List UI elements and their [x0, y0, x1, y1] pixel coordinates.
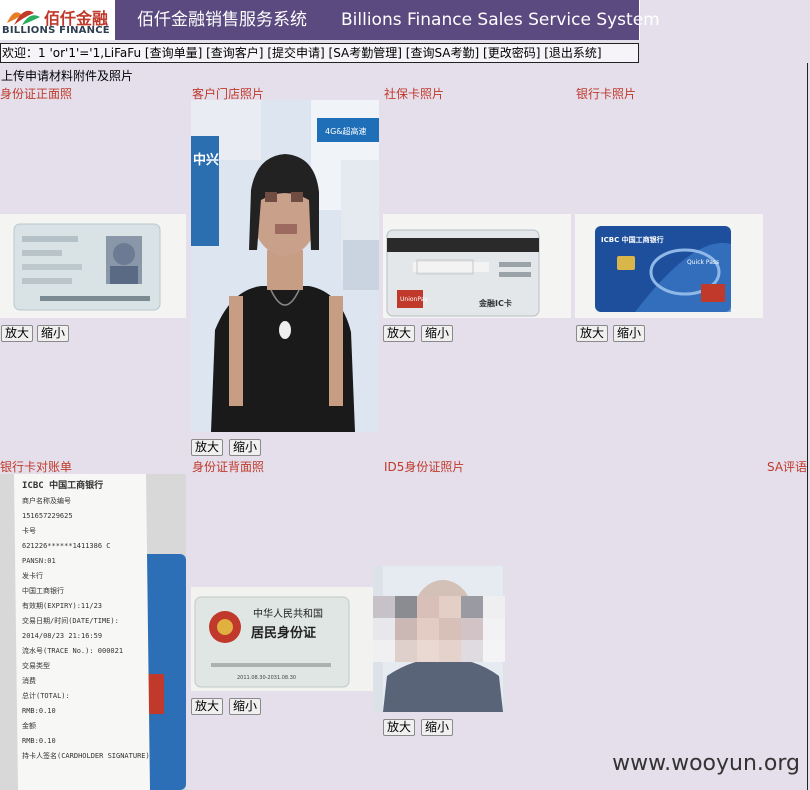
receipt-line: 2014/08/23 21:16:59 [22, 632, 102, 640]
system-title-en: Billions Finance Sales Service System [341, 10, 660, 30]
section-title: 上传申请材料附件及照片 [1, 69, 134, 83]
receipt-line: 持卡人签名(CARDHOLDER SIGNATURE) [22, 751, 150, 760]
zoom-in-button-bank-card[interactable]: 放大 [576, 325, 609, 342]
logo-mark-icon [7, 10, 40, 25]
receipt-line: ICBC 中国工商银行 [22, 479, 103, 491]
zoom-in-button-store[interactable]: 放大 [191, 439, 224, 456]
zoom-in-button-id-back[interactable]: 放大 [191, 698, 224, 715]
label-id5-photo: ID5身份证照片 [384, 460, 465, 474]
photo-id-back[interactable]: 中华人民共和国 居民身份证 2011.08.30-2031.08.30 [191, 587, 377, 691]
zoom-out-button-bank-card[interactable]: 缩小 [613, 325, 646, 342]
receipt-line: 有效期(EXPIRY):11/23 [22, 601, 102, 610]
receipt-line: 金额 [22, 721, 36, 730]
welcome-text: 欢迎：1 'or'1'='1,LiFaFu [2, 46, 142, 60]
receipt-line: RMB:0.10 [22, 737, 56, 745]
system-title-cn: 佰仟金融销售服务系统 [137, 10, 307, 30]
nav-bar: 欢迎：1 'or'1'='1,LiFaFu [查询单量] [查询客户] [提交申… [0, 43, 639, 63]
watermark: www.wooyun.org [612, 751, 800, 776]
photo-id5[interactable] [373, 566, 505, 712]
zoom-in-button-id5[interactable]: 放大 [383, 719, 416, 736]
label-social-card: 社保卡照片 [384, 87, 445, 101]
zoom-out-button-id-front[interactable]: 缩小 [37, 325, 70, 342]
label-id-front: 身份证正面照 [0, 87, 73, 101]
logo-text-en: BILLIONS FINANCE [2, 25, 110, 36]
header: 佰仟金融 BILLIONS FINANCE 佰仟金融销售服务系统 Billion… [0, 0, 660, 40]
receipt-line: 交易类型 [22, 661, 50, 670]
photo-store[interactable]: 4G&超高速 中兴 [191, 100, 379, 432]
zoom-out-button-id-back[interactable]: 缩小 [229, 698, 262, 715]
receipt-line: 621226******1411386 C [22, 542, 111, 550]
nav-link-query-customers[interactable]: [查询客户] [206, 46, 263, 60]
receipt-line: RMB:0.10 [22, 707, 56, 715]
title-bar: 佰仟金融销售服务系统 Billions Finance Sales Servic… [115, 0, 660, 40]
receipt-line: 总计(TOTAL): [22, 691, 70, 700]
nav-link-change-password[interactable]: [更改密码] [483, 46, 540, 60]
zoom-out-button-id5[interactable]: 缩小 [421, 719, 454, 736]
photo-bank-card[interactable]: ICBC 中国工商银行 Quick Pass [575, 214, 763, 318]
photo-bank-statement[interactable]: ICBC 中国工商银行 商户名称及编号 151657229625 卡号 621226**… [0, 474, 186, 790]
id-title-2: 居民身份证 [251, 625, 316, 641]
id-validity: 2011.08.30-2031.08.30 [237, 675, 296, 681]
label-bank-statement: 银行卡对账单 [0, 460, 73, 474]
store-brand-text: 中兴 [193, 152, 219, 168]
social-card-text: 金融IC卡 [478, 298, 512, 308]
photo-id-front[interactable] [0, 214, 186, 318]
photo-social-card[interactable]: UnionPay 金融IC卡 [383, 214, 571, 318]
id-title-1: 中华人民共和国 [253, 607, 323, 620]
receipt-line: 中国工商银行 [22, 586, 64, 595]
receipt-line: 卡号 [22, 526, 36, 535]
receipt-line: 发卡行 [22, 571, 43, 580]
nav-link-logout[interactable]: [退出系统] [544, 46, 601, 60]
label-sa-comment: SA评语 [767, 460, 808, 474]
zoom-in-button-id-front[interactable]: 放大 [1, 325, 34, 342]
logo: 佰仟金融 BILLIONS FINANCE [0, 0, 114, 40]
nav-link-sa-attendance-mgmt[interactable]: [SA考勤管理] [329, 46, 402, 60]
receipt-line: PANSN:01 [22, 557, 56, 565]
svg-text:UnionPay: UnionPay [400, 296, 428, 303]
zoom-out-button-social-card[interactable]: 缩小 [421, 325, 454, 342]
receipt-line: 151657229625 [22, 512, 73, 520]
label-bank-card: 银行卡照片 [576, 87, 637, 101]
card-brand-text: Quick Pass [687, 259, 719, 266]
receipt-line: 交易日期/时间(DATE/TIME): [22, 616, 119, 625]
receipt-line: 流水号(TRACE No.): 000021 [22, 646, 123, 655]
zoom-out-button-store[interactable]: 缩小 [229, 439, 262, 456]
store-sign-text: 4G&超高速 [325, 126, 367, 136]
nav-link-query-sa-attendance[interactable]: [查询SA考勤] [406, 46, 479, 60]
label-id-back: 身份证背面照 [192, 460, 265, 474]
nav-link-query-orders[interactable]: [查询单量] [145, 46, 202, 60]
nav-link-submit-application[interactable]: [提交申请] [267, 46, 324, 60]
bank-name-text: ICBC 中国工商银行 [601, 235, 664, 244]
zoom-in-button-social-card[interactable]: 放大 [383, 325, 416, 342]
receipt-line: 商户名称及编号 [22, 496, 71, 505]
receipt-line: 消费 [22, 676, 36, 685]
